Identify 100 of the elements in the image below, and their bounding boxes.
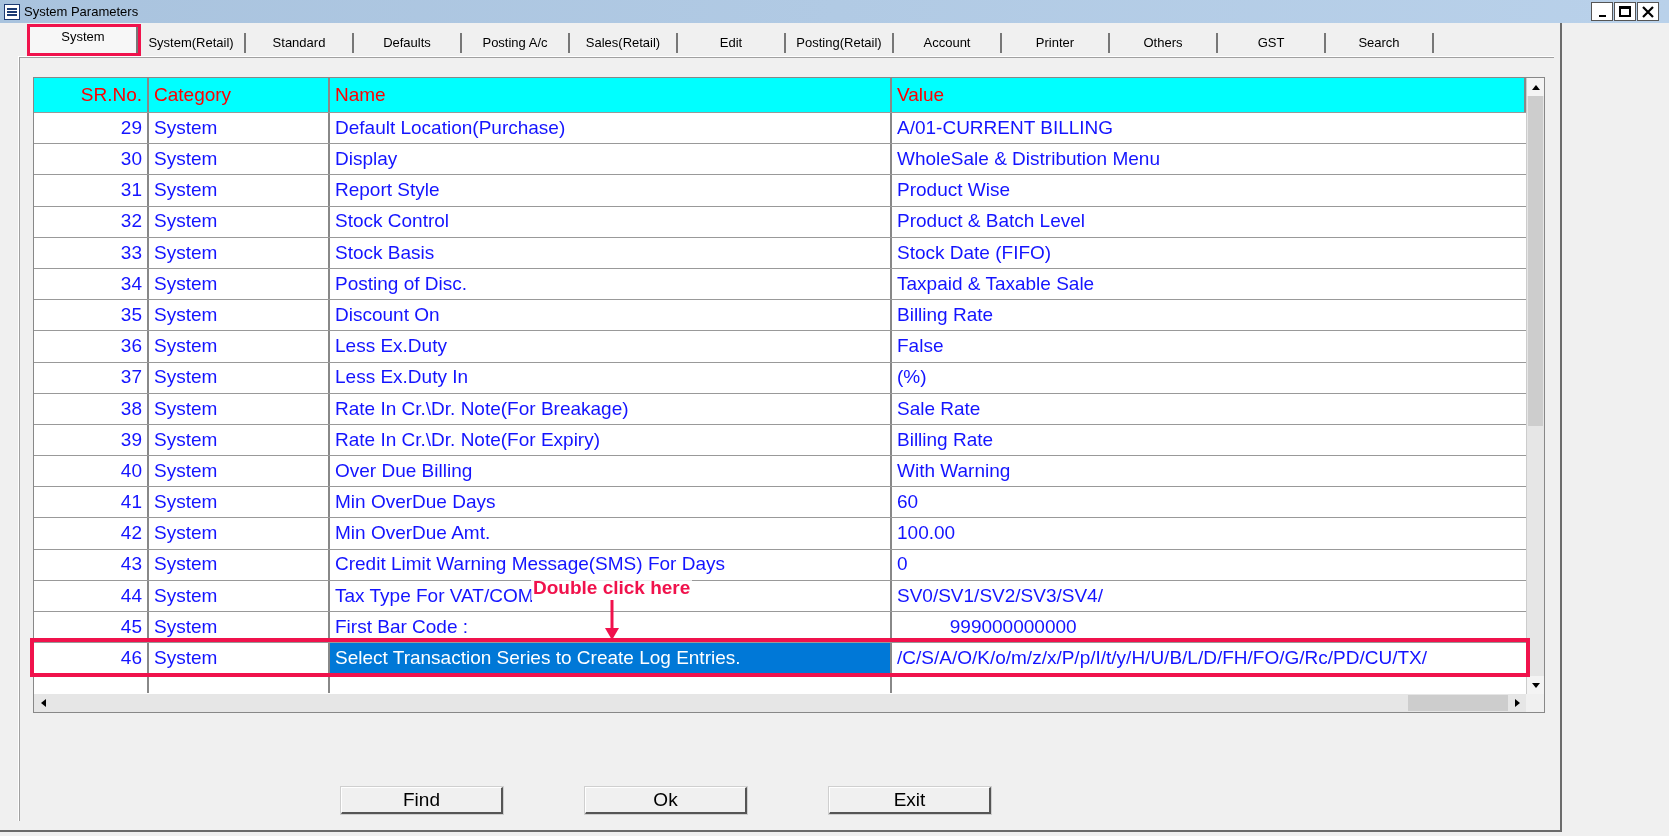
table-row[interactable]: 35 System Discount On Billing Rate bbox=[34, 299, 1526, 331]
table-cell-text: Billing Rate bbox=[896, 427, 995, 452]
table-cell: Report Style bbox=[330, 175, 892, 206]
table-cell: 33 bbox=[34, 237, 149, 268]
table-cell: System bbox=[149, 113, 330, 144]
column-header: Category bbox=[149, 78, 330, 112]
table-cell-text: Taxpaid & Taxable Sale bbox=[896, 271, 1096, 296]
table-cell: Default Location(Purchase) bbox=[330, 113, 892, 144]
table-cell: Select Transaction Series to Create Log Entries. bbox=[330, 643, 892, 674]
table-cell: System bbox=[149, 331, 330, 362]
table-cell: Stock Control bbox=[330, 206, 892, 237]
up-arrow-icon[interactable] bbox=[1531, 84, 1540, 90]
table-cell-text: Billing Rate bbox=[896, 302, 995, 327]
table-cell: System bbox=[149, 549, 330, 580]
left-arrow-icon[interactable] bbox=[40, 699, 46, 707]
table-row[interactable]: 31 System Report Style Product Wise bbox=[34, 174, 1526, 206]
table-cell: Discount On bbox=[330, 300, 892, 331]
down-arrow-icon[interactable] bbox=[1531, 682, 1540, 688]
table-cell-text: 100.00 bbox=[896, 521, 957, 546]
action-button[interactable]: Exit bbox=[829, 787, 991, 814]
table-row[interactable]: 37 System Less Ex.Duty In (%) bbox=[34, 361, 1526, 393]
table-cell: System bbox=[149, 206, 330, 237]
table-cell: System bbox=[149, 487, 330, 518]
table-cell-text: (%) bbox=[896, 365, 928, 390]
table-cell: Stock Basis bbox=[330, 237, 892, 268]
close-button[interactable] bbox=[1637, 2, 1659, 21]
tab[interactable]: GST bbox=[1218, 33, 1326, 53]
table-cell: 40 bbox=[34, 456, 149, 487]
tab[interactable]: Standard bbox=[246, 33, 354, 53]
table-row[interactable]: 40 System Over Due Billing With Warning bbox=[34, 455, 1526, 487]
vertical-scrollbar[interactable] bbox=[1526, 78, 1544, 694]
table-row[interactable]: 46 System Select Transaction Series to Create Log Entries. /C/S/A/O/K/o/m/z/x/P/p/I/t/y/H/U/B/L/D/FH/FO/G/Rc/PD/CU/TX/ bbox=[34, 642, 1526, 674]
table-cell-text: WholeSale & Distribution Menu bbox=[896, 147, 1161, 172]
table-cell-text: Stock Date (FIFO) bbox=[896, 240, 1053, 265]
table-cell: Posting of Disc. bbox=[330, 268, 892, 300]
table-cell: System bbox=[149, 237, 330, 268]
tab[interactable]: Sales(Retail) bbox=[570, 33, 678, 53]
minimize-button[interactable] bbox=[1591, 2, 1613, 21]
table-cell: Display bbox=[330, 144, 892, 175]
tab[interactable]: Others bbox=[1110, 33, 1218, 53]
column-header: Name bbox=[330, 78, 892, 112]
tab[interactable]: System(Retail) bbox=[138, 33, 246, 53]
table-cell: 29 bbox=[34, 113, 149, 144]
table-row[interactable]: 34 System Posting of Disc. Taxpaid & Taxable Sale bbox=[34, 267, 1526, 300]
table-cell: 32 bbox=[34, 206, 149, 237]
maximize-button[interactable] bbox=[1614, 2, 1636, 21]
table-cell: System bbox=[149, 144, 330, 175]
table-row[interactable]: 29 System Default Location(Purchase) A/01-CURRENT BILLING bbox=[34, 112, 1526, 144]
table-cell: 39 bbox=[34, 424, 149, 456]
table-cell: Min OverDue Amt. bbox=[330, 518, 892, 549]
table-cell: Rate In Cr.\Dr. Note(For Expiry) bbox=[330, 424, 892, 456]
close-icon[interactable] bbox=[1642, 5, 1654, 18]
table-cell: 44 bbox=[34, 580, 149, 611]
table-cell: 41 bbox=[34, 487, 149, 518]
table-cell: System bbox=[149, 300, 330, 331]
table-cell: 45 bbox=[34, 612, 149, 643]
table-cell-text: Sale Rate bbox=[896, 396, 982, 421]
table-row[interactable]: 30 System Display WholeSale & Distribution Menu bbox=[34, 143, 1526, 175]
tab[interactable]: Printer bbox=[1002, 33, 1110, 53]
table-cell: 37 bbox=[34, 362, 149, 393]
table-row[interactable]: 41 System Min OverDue Days 60 bbox=[34, 486, 1526, 518]
window-title: System Parameters bbox=[24, 2, 139, 21]
table-row[interactable]: 32 System Stock Control Product & Batch Level bbox=[34, 205, 1526, 237]
table-row[interactable]: 36 System Less Ex.Duty False bbox=[34, 330, 1526, 362]
table-cell-text: 999000000000 bbox=[948, 614, 1078, 639]
table-row[interactable]: 42 System Min OverDue Amt. 100.00 bbox=[34, 517, 1526, 549]
tab[interactable]: Defaults bbox=[354, 33, 462, 53]
menu-icon[interactable] bbox=[4, 3, 20, 20]
tab[interactable]: System bbox=[30, 27, 138, 53]
table-cell: System bbox=[149, 580, 330, 611]
table-cell-text: False bbox=[896, 334, 945, 359]
table-cell: 30 bbox=[34, 144, 149, 175]
horizontal-scrollbar[interactable] bbox=[34, 694, 1526, 712]
tab[interactable]: Posting(Retail) bbox=[786, 33, 894, 53]
tab[interactable]: Search bbox=[1326, 33, 1434, 53]
table-cell: 35 bbox=[34, 300, 149, 331]
table-cell: 42 bbox=[34, 518, 149, 549]
table-row[interactable]: 33 System Stock Basis Stock Date (FIFO) bbox=[34, 236, 1526, 268]
action-button[interactable]: Find bbox=[341, 787, 503, 814]
table-cell-text: 0 bbox=[896, 552, 909, 577]
table-cell: 46 bbox=[34, 643, 149, 674]
table-cell: Rate In Cr.\Dr. Note(For Breakage) bbox=[330, 393, 892, 424]
table-cell: 36 bbox=[34, 331, 149, 362]
tab[interactable]: Account bbox=[894, 33, 1002, 53]
table-cell: Less Ex.Duty In bbox=[330, 362, 892, 393]
table-cell: Less Ex.Duty bbox=[330, 331, 892, 362]
table-cell: System bbox=[149, 393, 330, 424]
table-cell: 43 bbox=[34, 549, 149, 580]
table-row[interactable]: 39 System Rate In Cr.\Dr. Note(For Expiry) Billing Rate bbox=[34, 423, 1526, 456]
table-row[interactable]: 38 System Rate In Cr.\Dr. Note(For Breakage) Sale Rate bbox=[34, 392, 1526, 424]
table-cell: Min OverDue Days bbox=[330, 487, 892, 518]
table-cell: System bbox=[149, 362, 330, 393]
table-cell-text: 60 bbox=[896, 490, 920, 515]
action-button[interactable]: Ok bbox=[585, 787, 747, 814]
table-cell: 38 bbox=[34, 393, 149, 424]
table-cell-text: SV0/SV1/SV2/SV3/SV4/ bbox=[896, 583, 1104, 608]
right-arrow-icon[interactable] bbox=[1514, 699, 1520, 707]
tab[interactable]: Edit bbox=[678, 33, 786, 53]
table-cell: System bbox=[149, 612, 330, 643]
tab[interactable]: Posting A/c bbox=[462, 33, 570, 53]
